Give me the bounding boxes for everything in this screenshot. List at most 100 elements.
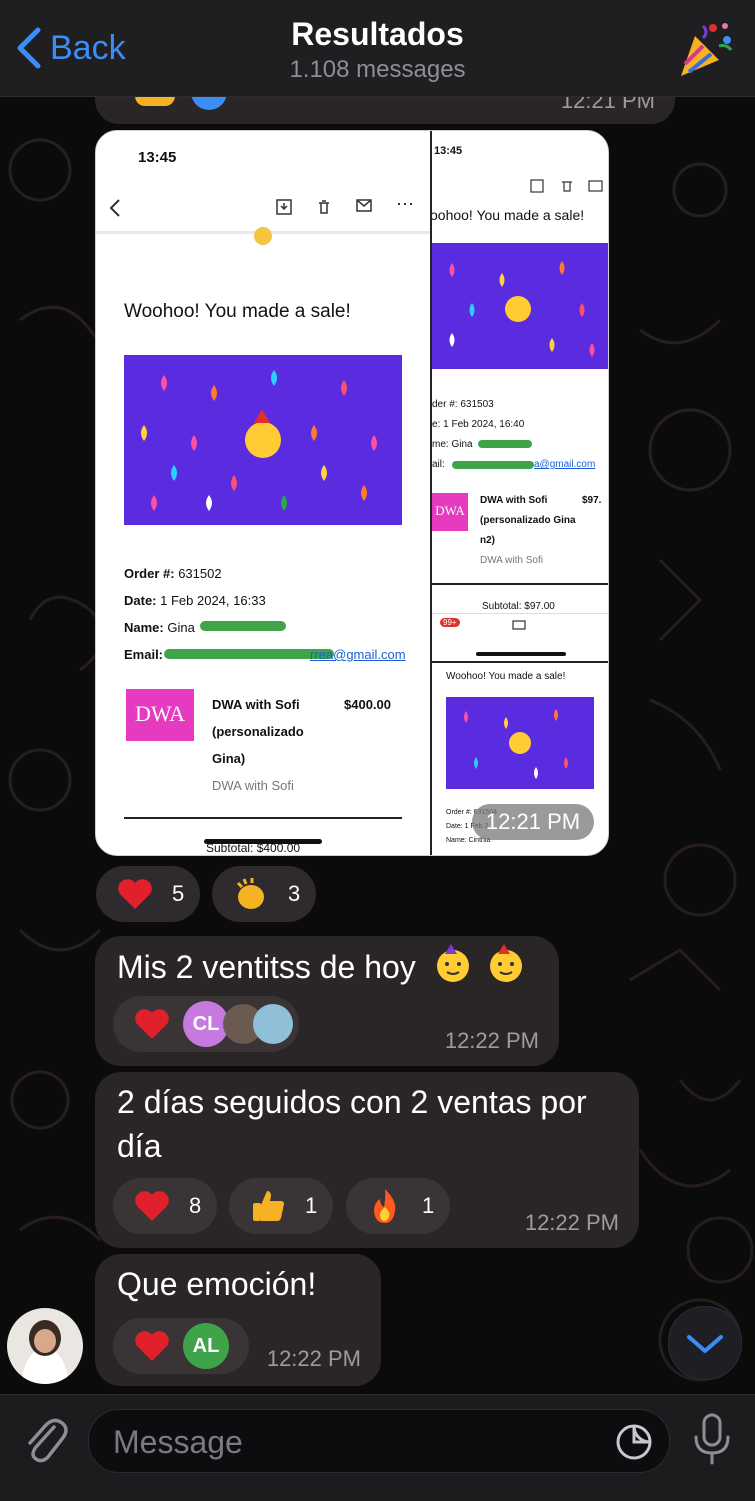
- message-time: 12:22 PM: [266, 1346, 361, 1371]
- redaction-mark: [452, 461, 534, 469]
- order-number: der #: 631503: [432, 399, 494, 410]
- status-time: 13:45: [138, 149, 177, 166]
- unread-badge: 99+: [440, 618, 460, 627]
- reaction-fire[interactable]: 1: [346, 1178, 450, 1234]
- sender-avatar[interactable]: [7, 1308, 83, 1384]
- message-text: Que emoción!: [117, 1266, 317, 1302]
- message-input-bar: Message: [0, 1394, 755, 1501]
- divider: [432, 583, 608, 585]
- mail-icon: [588, 180, 603, 192]
- confetti-banner-image: [446, 697, 594, 789]
- microphone-icon[interactable]: [690, 1411, 734, 1467]
- partying-face-icon: [436, 944, 469, 982]
- thumbs-up-icon: [253, 1191, 284, 1221]
- product-thumbnail: DWA: [126, 689, 194, 741]
- media-timestamp: 12:21 PM: [472, 804, 594, 840]
- product-price: $400.00: [344, 697, 391, 712]
- product-detail: (personalizado: [212, 724, 304, 739]
- partying-face-icon: [489, 944, 522, 982]
- order-date: Date: 1 Feb 2024, 16:33: [124, 593, 266, 608]
- home-indicator: [204, 839, 322, 844]
- fire-icon: [374, 1189, 396, 1223]
- trash-icon: [562, 181, 572, 192]
- product-price: $97.: [582, 495, 602, 506]
- paperclip-icon[interactable]: [22, 1415, 68, 1465]
- reaction-count: 5: [172, 881, 185, 906]
- product-seller: DWA with Sofi: [212, 778, 294, 793]
- reaction-clap[interactable]: 3: [212, 866, 316, 922]
- red-heart-icon: [135, 1331, 169, 1361]
- avatar: [7, 1308, 83, 1384]
- order-number: Order #: 631502: [124, 566, 222, 581]
- scroll-to-bottom-button[interactable]: [668, 1306, 742, 1380]
- party-popper-icon[interactable]: [673, 18, 737, 82]
- product-detail: n2): [480, 535, 495, 546]
- reactor-avatar: AL: [183, 1323, 229, 1369]
- chat-header: Back Resultados 1.108 messages: [0, 0, 755, 97]
- reaction-count: 1: [305, 1193, 318, 1218]
- left-email-screenshot: 13:45 ··· Woohoo! You made a sale! Order…: [96, 131, 430, 855]
- message-bubble[interactable]: Que emoción! AL 12:22 PM: [95, 1254, 381, 1386]
- chevron-left-icon: [109, 199, 120, 217]
- customer-name: Name: Gina: [124, 620, 195, 635]
- reaction-heart[interactable]: 5: [96, 866, 200, 922]
- status-time: 13:45: [434, 145, 463, 157]
- message-bubble[interactable]: Mis 2 ventitss de hoy CL 12:22 PM: [95, 936, 559, 1066]
- right-email-screenshot: 13:45 oohoo! You made a sale! der #: 631…: [432, 131, 608, 661]
- chevron-down-icon: [687, 1335, 723, 1353]
- reaction-count: 1: [422, 1193, 435, 1218]
- reaction-heart[interactable]: AL: [113, 1318, 249, 1374]
- archive-icon: [530, 179, 544, 193]
- mail-icon: [356, 199, 372, 212]
- reaction-thumbs-up[interactable]: 1: [229, 1178, 333, 1234]
- subtotal: Subtotal: $97.00: [482, 601, 555, 612]
- product-thumbnail: DWA: [432, 493, 468, 531]
- customer-email: ail:: [432, 459, 445, 470]
- clapping-hands-icon: [236, 878, 264, 909]
- sticker-icon[interactable]: [615, 1423, 653, 1461]
- message-bubble[interactable]: 2 días seguidos con 2 ventas por día 8 1…: [95, 1072, 639, 1248]
- archive-icon: [276, 199, 292, 215]
- red-heart-icon: [135, 1191, 169, 1221]
- redaction-mark: [478, 440, 532, 448]
- customer-email: Email:: [124, 647, 164, 662]
- sale-screenshots-image[interactable]: 13:45 ··· Woohoo! You made a sale! Order…: [95, 130, 609, 856]
- red-heart-icon: [118, 879, 152, 909]
- email-heading: Woohoo! You made a sale!: [124, 301, 351, 322]
- redaction-mark: [200, 621, 286, 631]
- product-detail: Gina): [212, 751, 246, 766]
- more-icon: ···: [396, 193, 414, 213]
- message-input[interactable]: Message: [88, 1409, 670, 1473]
- email-link: rrea@gmail.com: [310, 647, 406, 662]
- message-text: Mis 2 ventitss de hoy: [117, 944, 526, 989]
- reactor-avatar: [253, 1004, 293, 1044]
- logo-icon: [254, 227, 272, 245]
- chat-title[interactable]: Resultados: [0, 16, 755, 53]
- product-name: DWA with Sofi: [212, 697, 300, 712]
- red-heart-icon: [135, 1009, 169, 1039]
- chat-icon: [512, 620, 526, 630]
- email-link: a@gmail.com: [534, 459, 596, 470]
- reaction-count: 3: [288, 881, 301, 906]
- message-placeholder: Message: [113, 1424, 243, 1460]
- email-heading: oohoo! You made a sale!: [432, 207, 585, 223]
- message-count: 1.108 messages: [289, 56, 466, 83]
- redaction-mark: [164, 649, 334, 659]
- confetti-banner-image: [124, 355, 402, 525]
- product-name: DWA with Sofi: [480, 495, 548, 506]
- message-time: 12:22 PM: [444, 1028, 539, 1053]
- divider: [124, 817, 402, 819]
- email-heading: Woohoo! You made a sale!: [446, 671, 566, 682]
- reaction-heart[interactable]: 8: [113, 1178, 217, 1234]
- reaction-count: 8: [189, 1193, 202, 1218]
- product-seller: DWA with Sofi: [480, 555, 543, 566]
- customer-name: me: Gina: [432, 439, 473, 450]
- confetti-banner-image: [432, 243, 608, 369]
- reaction-heart[interactable]: CL: [113, 996, 299, 1052]
- trash-icon: [319, 200, 329, 214]
- message-time: 12:22 PM: [524, 1210, 619, 1235]
- home-indicator: [476, 652, 566, 656]
- product-detail: (personalizado Gina: [480, 515, 576, 526]
- bottom-tab-bar: 99+: [432, 613, 608, 661]
- order-date: e: 1 Feb 2024, 16:40: [432, 419, 525, 430]
